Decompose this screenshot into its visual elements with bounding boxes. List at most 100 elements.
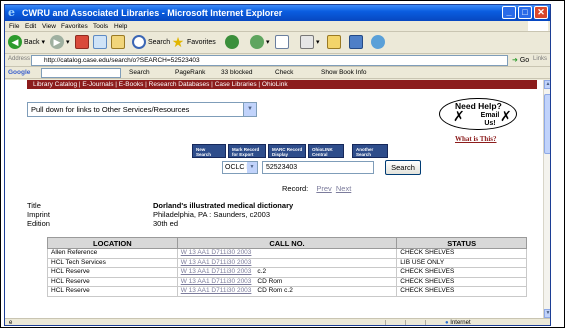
call-number-note: c.2 [257, 268, 267, 276]
column-header-call-no: CALL NO. [176, 237, 398, 249]
menu-favorites[interactable]: Favorites [61, 22, 88, 31]
discuss-icon [349, 35, 363, 50]
title-bar[interactable]: e CWRU and Associated Libraries - Micros… [5, 5, 550, 21]
edit-icon [327, 35, 341, 50]
nav-research-databases[interactable]: Research Databases [149, 81, 210, 88]
nav-library-catalog[interactable]: Library Catalog [33, 81, 77, 88]
location-cell: HCL Reserve [47, 267, 178, 278]
call-number-link[interactable]: W 13 AA1 D711i30 2003 [181, 278, 252, 285]
star-icon: ★ [171, 34, 185, 51]
marc-record-button[interactable]: MARC Record Display [268, 144, 306, 158]
address-input[interactable]: http://catalog.case.edu/search/o?SEARCH=… [31, 55, 508, 66]
google-search-input[interactable] [41, 68, 121, 78]
location-cell: Allen Reference [47, 248, 178, 259]
scroll-up-icon[interactable]: ▲ [544, 80, 550, 89]
nav-ohiolink[interactable]: OhioLink [262, 81, 288, 88]
window-title: CWRU and Associated Libraries - Microsof… [22, 8, 283, 18]
scrollbar-thumb[interactable] [544, 94, 550, 154]
search-button[interactable]: Search [132, 35, 170, 51]
call-number-cell: W 13 AA1 D711i30 2003 CD Rom [176, 276, 398, 287]
print-button[interactable]: ▾ [300, 35, 319, 51]
mark-record-button[interactable]: Mark Record for Export [228, 144, 266, 158]
bib-title-value: Dorland's illustrated medical dictionary [153, 201, 294, 210]
table-row: HCL Reserve W 13 AA1 D711i30 2003 CD Rom … [47, 276, 527, 287]
edit-button[interactable] [327, 35, 341, 51]
history-button[interactable]: ▾ [250, 35, 269, 51]
status-divider [405, 320, 406, 325]
need-help-badge[interactable]: Need Help? ✗ Email Us! ✗ [439, 98, 521, 140]
pagerank-indicator[interactable]: PageRank [175, 68, 205, 78]
scroll-down-icon[interactable]: ▼ [544, 309, 550, 318]
nav-e-journals[interactable]: E-Journals [82, 81, 113, 88]
minimize-button[interactable]: _ [502, 6, 516, 19]
vertical-scrollbar[interactable]: ▲ ▼ [543, 80, 550, 318]
google-toolbar: Google Search PageRank 33 blocked Check … [5, 67, 550, 79]
maximize-button[interactable]: □ [518, 6, 532, 19]
back-arrow-icon: ◀ [8, 35, 22, 50]
messenger-button[interactable] [371, 35, 385, 51]
spellcheck-button[interactable]: Check [275, 68, 293, 78]
links-button[interactable]: Links [533, 56, 547, 62]
google-search-button[interactable]: Search [129, 68, 150, 78]
status-cell: CHECK SHELVES [396, 267, 527, 278]
menu-tools[interactable]: Tools [93, 22, 108, 31]
close-button[interactable]: ✕ [534, 6, 548, 19]
windows-logo-icon [528, 21, 548, 31]
call-number-cell: W 13 AA1 D711i30 2003 CD Rom c.2 [176, 286, 398, 297]
popup-blocked-counter[interactable]: 33 blocked [221, 68, 252, 78]
show-book-info-button[interactable]: Show Book Info [321, 68, 367, 78]
search-icon [132, 35, 146, 50]
menu-view[interactable]: View [42, 22, 56, 31]
back-button[interactable]: ◀ Back ▾ [8, 35, 45, 51]
menu-help[interactable]: Help [114, 22, 127, 31]
browser-window: e CWRU and Associated Libraries - Micros… [4, 4, 551, 326]
menu-edit[interactable]: Edit [25, 22, 36, 31]
call-number-link[interactable]: W 13 AA1 D711i30 2003 [181, 249, 252, 256]
menu-bar: File Edit View Favorites Tools Help [5, 21, 550, 32]
column-header-status: STATUS [396, 237, 527, 249]
status-divider [425, 320, 426, 325]
what-is-this-link[interactable]: What is This? [455, 135, 497, 143]
mail-icon [275, 35, 289, 50]
internet-explorer-icon: e [8, 6, 15, 19]
media-icon [225, 35, 239, 50]
another-search-button[interactable]: Another Search [352, 144, 388, 158]
home-button[interactable] [111, 35, 125, 51]
search-type-select[interactable]: OCLC NO ▼ [222, 161, 258, 174]
table-row: HCL Reserve W 13 AA1 D711i30 2003 c.2 CHE… [47, 267, 527, 278]
record-next-link[interactable]: Next [336, 184, 351, 193]
search-submit-button[interactable]: Search [385, 160, 421, 175]
new-search-button[interactable]: New Search [192, 144, 226, 158]
holdings-table: LOCATION CALL NO. STATUS Allen Reference… [47, 237, 527, 297]
refresh-button[interactable] [93, 35, 107, 51]
record-prev-link[interactable]: Prev [316, 184, 331, 193]
call-number-link[interactable]: W 13 AA1 D711i30 2003 [181, 268, 252, 275]
screenshot-frame: e CWRU and Associated Libraries - Micros… [0, 0, 565, 328]
go-button[interactable]: ➜ Go [512, 55, 529, 66]
record-label: Record: [282, 184, 309, 193]
bib-field-label: Imprint [27, 210, 50, 219]
discuss-button[interactable] [349, 35, 363, 51]
messenger-icon [371, 35, 385, 50]
call-number-link[interactable]: W 13 AA1 D711i30 2003 [181, 287, 252, 294]
stick-figure-icon: ✗ [500, 108, 512, 124]
page-status-icon: e [9, 320, 13, 326]
search-input[interactable]: 52523403 [262, 161, 374, 174]
google-logo: Google [8, 69, 31, 76]
favorites-button[interactable]: ★ Favorites [171, 35, 216, 51]
address-bar: Address http://catalog.case.edu/search/o… [5, 54, 550, 67]
address-label: Address [8, 56, 31, 62]
ohiolink-central-button[interactable]: OhioLINK Central [308, 144, 344, 158]
menu-file[interactable]: File [9, 22, 19, 31]
nav-e-books[interactable]: E-Books [119, 81, 144, 88]
refresh-icon [93, 35, 107, 50]
stop-button[interactable] [75, 35, 89, 51]
forward-button[interactable]: ▶ ▾ [50, 35, 69, 51]
services-dropdown[interactable]: Pull down for links to Other Services/Re… [27, 102, 257, 117]
call-number-link[interactable]: W 13 AA1 D711i30 2003 [181, 259, 252, 266]
table-row: HCL Reserve W 13 AA1 D711i30 2003 CD Rom … [47, 286, 527, 297]
nav-case-libraries[interactable]: Case Libraries [215, 81, 257, 88]
holdings-header-row: LOCATION CALL NO. STATUS [47, 237, 527, 249]
media-button[interactable] [225, 35, 239, 51]
mail-button[interactable] [275, 35, 289, 51]
